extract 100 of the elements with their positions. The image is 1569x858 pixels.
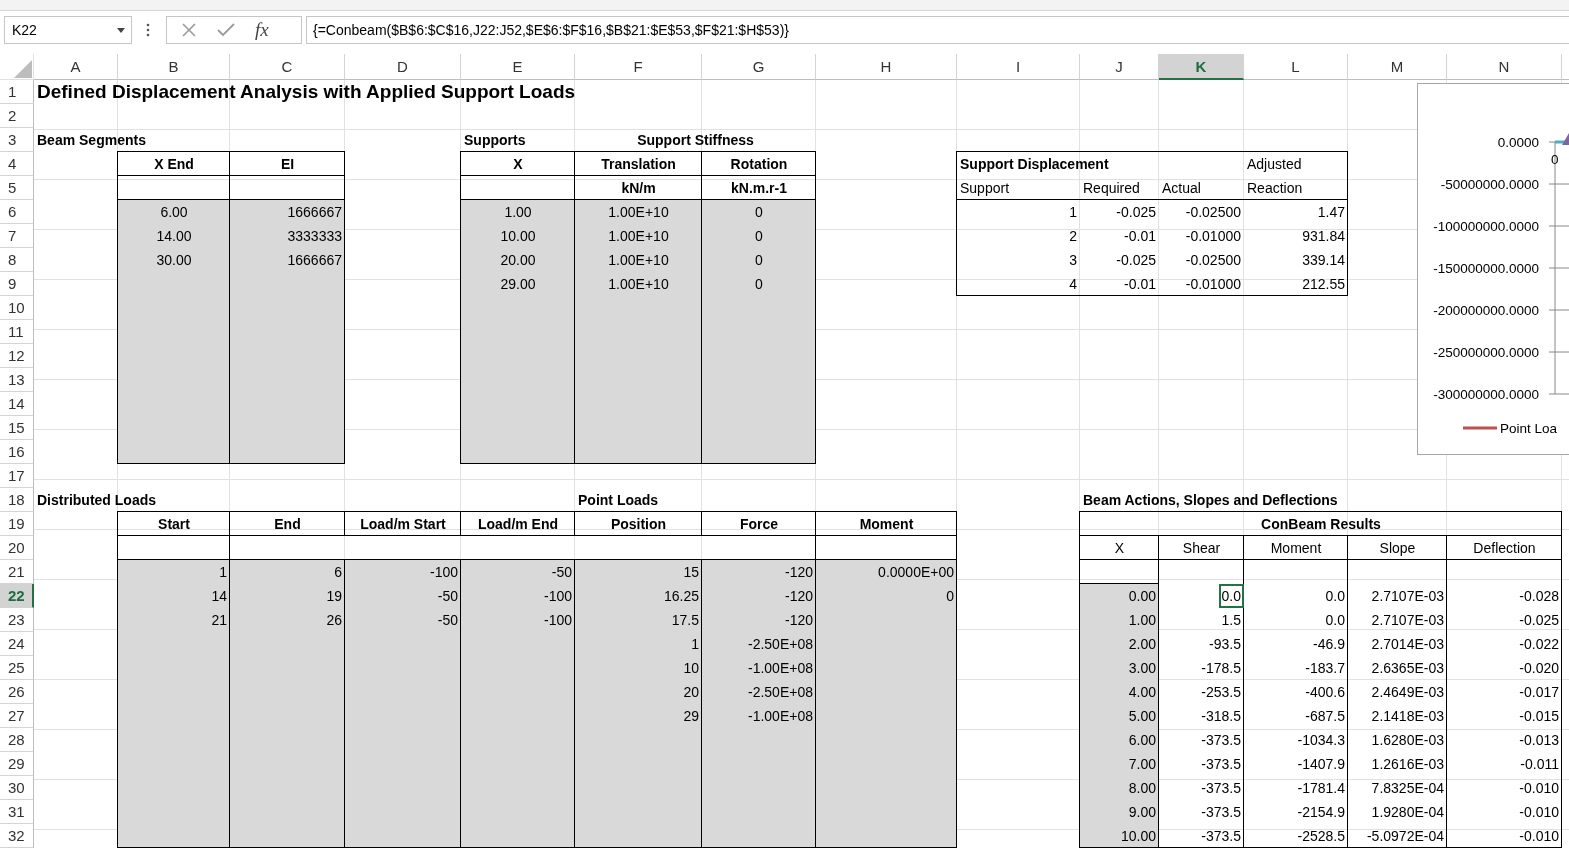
insert-function-button[interactable]: fx: [255, 19, 269, 41]
row-header[interactable]: 9: [0, 272, 34, 296]
table-cell-text: -0.017: [1518, 683, 1560, 702]
axis-tick-label: -100000000.0000: [1433, 219, 1539, 234]
table-cell-text: 2: [1068, 227, 1078, 246]
column-header[interactable]: I: [957, 54, 1080, 80]
table-cell-text: 4: [1068, 275, 1078, 294]
column-heading: Adjusted: [1246, 155, 1303, 174]
row-header[interactable]: 5: [0, 176, 34, 200]
column-header[interactable]: M: [1348, 54, 1447, 80]
section-heading: Beam Segments: [36, 131, 147, 150]
table-cell-text: -0.010: [1518, 827, 1560, 846]
row-header[interactable]: 20: [0, 536, 34, 560]
table-cell-text: -0.025: [1115, 251, 1157, 270]
axis-tick-label: 0.0000: [1497, 135, 1539, 150]
column-heading: Start: [157, 515, 191, 534]
table-cell-text: 6.00: [1127, 731, 1157, 750]
row-header[interactable]: 29: [0, 752, 34, 776]
column-header[interactable]: E: [461, 54, 575, 80]
row-header[interactable]: 3: [0, 128, 34, 152]
table-cell-text: -373.5: [1200, 731, 1242, 750]
column-header[interactable]: N: [1447, 54, 1562, 80]
table-cell-text: -373.5: [1200, 779, 1242, 798]
row-header[interactable]: 32: [0, 824, 34, 848]
column-header[interactable]: D: [345, 54, 461, 80]
row-header[interactable]: 11: [0, 320, 34, 344]
group-heading: ConBeam Results: [1260, 515, 1382, 534]
row-header[interactable]: 2: [0, 104, 34, 128]
row-header[interactable]: 31: [0, 800, 34, 824]
table-cell-text: -0.01: [1123, 275, 1157, 294]
column-heading: Moment: [858, 515, 915, 534]
unit-label: kN.m.r-1: [730, 179, 788, 198]
table-cell-text: 1.00E+10: [607, 203, 670, 222]
row-header[interactable]: 7: [0, 224, 34, 248]
column-heading: Force: [738, 515, 780, 534]
row-header[interactable]: 21: [0, 560, 34, 584]
column-header[interactable]: F: [575, 54, 702, 80]
column-heading: Actual: [1161, 179, 1202, 198]
column-header[interactable]: H: [816, 54, 957, 80]
table-cell-text: -1.00E+08: [747, 707, 814, 726]
more-options-icon[interactable]: [146, 23, 150, 37]
table-cell-text: -2528.5: [1296, 827, 1346, 846]
column-heading: Translation: [600, 155, 677, 174]
column-header[interactable]: L: [1244, 54, 1348, 80]
row-header[interactable]: 17: [0, 464, 34, 488]
name-box[interactable]: K22: [4, 16, 132, 44]
table-cell-text: 2.7014E-03: [1370, 635, 1445, 654]
table-cell-text: 0: [754, 203, 764, 222]
row-header[interactable]: 28: [0, 728, 34, 752]
section-heading: Supports: [463, 131, 527, 150]
row-header[interactable]: 8: [0, 248, 34, 272]
row-header[interactable]: 30: [0, 776, 34, 800]
check-icon[interactable]: [217, 23, 235, 37]
row-header[interactable]: 14: [0, 392, 34, 416]
row-header[interactable]: 6: [0, 200, 34, 224]
table-cell-text: 1.2616E-03: [1370, 755, 1445, 774]
table-cell-text: -5.0972E-04: [1365, 827, 1445, 846]
column-heading: Rotation: [729, 155, 789, 174]
section-heading: Beam Actions, Slopes and Deflections: [1082, 491, 1339, 510]
column-header[interactable]: A: [34, 54, 118, 80]
table-cell-text: -100: [428, 563, 459, 582]
row-header[interactable]: 25: [0, 656, 34, 680]
table-cell-text: -93.5: [1208, 635, 1242, 654]
formula-field[interactable]: {=Conbeam($B$6:$C$16,J22:J52,$E$6:$F$16,$B$21:$E$53,$F$21:$H$53)}: [306, 16, 1569, 44]
axis-tick-label: -50000000.0000: [1440, 177, 1539, 192]
row-header[interactable]: 26: [0, 680, 34, 704]
table-cell-text: 1.6280E-03: [1370, 731, 1445, 750]
table-cell-text: 2.00: [1127, 635, 1157, 654]
row-header[interactable]: 15: [0, 416, 34, 440]
column-header[interactable]: C: [230, 54, 345, 80]
row-header[interactable]: 12: [0, 344, 34, 368]
row-header[interactable]: 19: [0, 512, 34, 536]
axis-tick-label: -200000000.0000: [1433, 303, 1539, 318]
cancel-icon[interactable]: [181, 22, 197, 38]
dropdown-caret-icon[interactable]: [117, 27, 125, 33]
row-header[interactable]: 24: [0, 632, 34, 656]
axis-tick-label: -150000000.0000: [1433, 261, 1539, 276]
row-header[interactable]: 23: [0, 608, 34, 632]
table-cell-text: -373.5: [1200, 803, 1242, 822]
column-header[interactable]: J: [1080, 54, 1159, 80]
table-cell-text: -120: [783, 611, 814, 630]
row-header[interactable]: 10: [0, 296, 34, 320]
row-header[interactable]: 13: [0, 368, 34, 392]
column-heading: Load/m End: [476, 515, 560, 534]
sheet-title: Defined Displacement Analysis with Applied Support Loads: [36, 80, 577, 104]
row-header[interactable]: 1: [0, 80, 34, 104]
row-header[interactable]: 16: [0, 440, 34, 464]
column-header[interactable]: G: [702, 54, 816, 80]
row-header[interactable]: 22: [0, 584, 34, 608]
column-header[interactable]: B: [118, 54, 230, 80]
row-header[interactable]: 4: [0, 152, 34, 176]
table-cell-text: 2.1418E-03: [1370, 707, 1445, 726]
column-header[interactable]: K: [1159, 54, 1244, 80]
section-heading: Distributed Loads: [36, 491, 157, 510]
table-cell-text: 29: [682, 707, 700, 726]
table-cell-text: -120: [783, 563, 814, 582]
select-all-icon[interactable]: [14, 60, 32, 78]
row-header[interactable]: 18: [0, 488, 34, 512]
table-cell-text: -120: [783, 587, 814, 606]
row-header[interactable]: 27: [0, 704, 34, 728]
